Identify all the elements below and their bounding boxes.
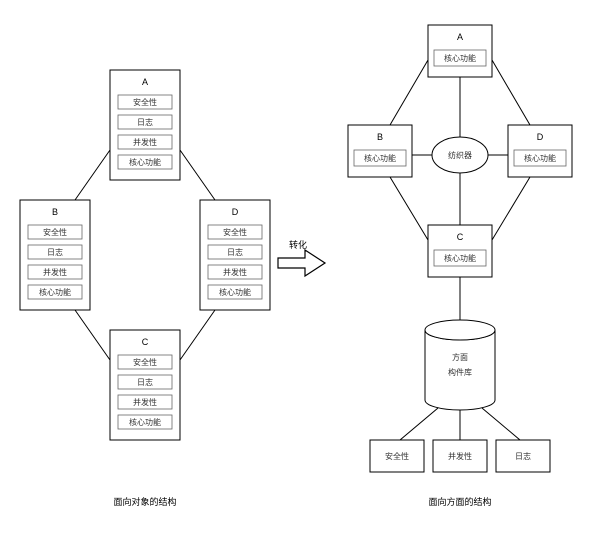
module-B-title: B [52, 207, 58, 217]
aspect-concurrency: 并发性 [433, 440, 487, 472]
svg-text:核心功能: 核心功能 [444, 53, 476, 63]
aspect-module-C: C 核心功能 [428, 225, 492, 277]
conn-lib-aspect3 [482, 408, 520, 440]
module-B: B 安全性 日志 并发性 核心功能 [20, 200, 90, 310]
svg-text:日志: 日志 [47, 247, 63, 257]
connector-D-C [180, 310, 215, 360]
aspect-logging: 日志 [496, 440, 550, 472]
svg-text:并发性: 并发性 [133, 397, 157, 407]
svg-text:核心功能: 核心功能 [219, 287, 251, 297]
left-caption: 面向对象的结构 [113, 496, 176, 507]
svg-text:B: B [377, 132, 383, 142]
aspect-library: 方面 构件库 [425, 320, 495, 410]
svg-text:安全性: 安全性 [133, 97, 157, 107]
svg-text:核心功能: 核心功能 [444, 253, 476, 263]
module-A-title: A [142, 77, 148, 87]
connector-A-B [75, 150, 110, 200]
conn-A-B [390, 60, 428, 125]
weaver-label: 纺织器 [448, 150, 472, 160]
module-D: D 安全性 日志 并发性 核心功能 [200, 200, 270, 310]
conn-B-C [390, 177, 428, 240]
right-caption: 面向方面的结构 [428, 496, 491, 507]
aspect-security: 安全性 [370, 440, 424, 472]
connector-B-C [75, 310, 110, 360]
svg-text:核心功能: 核心功能 [129, 157, 161, 167]
svg-text:A: A [457, 32, 463, 42]
module-C: C 安全性 日志 并发性 核心功能 [110, 330, 180, 440]
svg-text:并发性: 并发性 [448, 451, 472, 461]
svg-text:核心功能: 核心功能 [39, 287, 71, 297]
conn-lib-aspect1 [400, 408, 438, 440]
conn-A-D [492, 60, 530, 125]
aspect-module-A: A 核心功能 [428, 25, 492, 77]
aspect-module-D: D 核心功能 [508, 125, 572, 177]
svg-text:核心功能: 核心功能 [364, 153, 396, 163]
svg-text:核心功能: 核心功能 [524, 153, 556, 163]
arrow-label: 转化 [289, 239, 307, 250]
svg-text:安全性: 安全性 [133, 357, 157, 367]
svg-text:C: C [457, 232, 464, 242]
svg-text:D: D [537, 132, 544, 142]
svg-text:日志: 日志 [515, 451, 531, 461]
svg-text:构件库: 构件库 [448, 367, 472, 377]
module-C-title: C [142, 337, 149, 347]
module-D-title: D [232, 207, 239, 217]
svg-text:核心功能: 核心功能 [129, 417, 161, 427]
svg-text:日志: 日志 [227, 247, 243, 257]
conn-D-C [492, 177, 530, 240]
aspect-module-B: B 核心功能 [348, 125, 412, 177]
svg-text:安全性: 安全性 [223, 227, 247, 237]
connector-A-D [180, 150, 215, 200]
svg-text:日志: 日志 [137, 377, 153, 387]
module-A: A 安全性 日志 并发性 核心功能 [110, 70, 180, 180]
svg-text:安全性: 安全性 [385, 451, 409, 461]
svg-text:并发性: 并发性 [223, 267, 247, 277]
svg-text:方面: 方面 [452, 352, 468, 362]
svg-text:并发性: 并发性 [133, 137, 157, 147]
svg-text:并发性: 并发性 [43, 267, 67, 277]
svg-text:日志: 日志 [137, 117, 153, 127]
svg-text:安全性: 安全性 [43, 227, 67, 237]
transform-arrow [278, 250, 325, 276]
